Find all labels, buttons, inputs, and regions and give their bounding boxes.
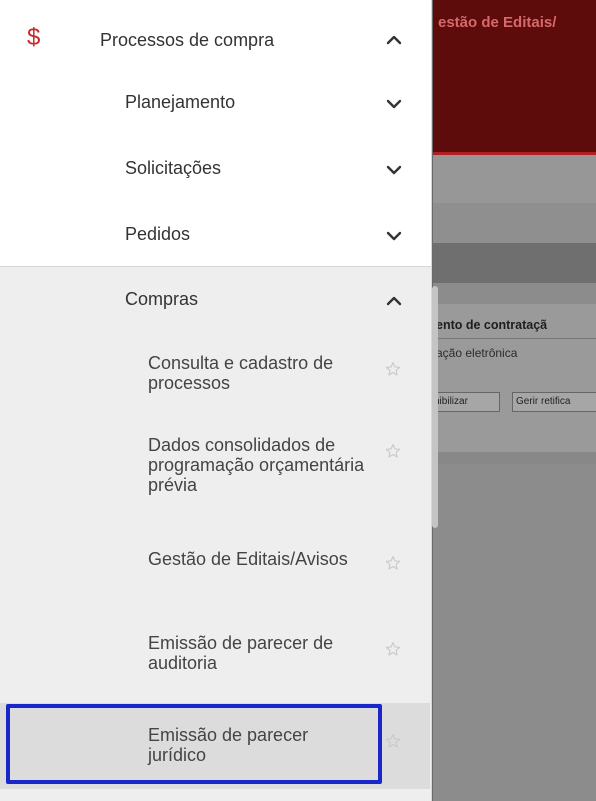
panel-title: ento de contrataçã <box>436 318 548 332</box>
dollar-icon: $ <box>27 24 41 51</box>
chevron-down-icon <box>384 160 404 180</box>
toolbar-band <box>432 155 596 203</box>
section-band <box>432 243 596 283</box>
star-icon[interactable] <box>385 443 401 459</box>
menu-item-pedidos[interactable]: Pedidos <box>0 202 430 268</box>
menu-section-processos-de-compra[interactable]: $ Processos de compra <box>0 0 430 80</box>
menu-leaf-label: Dados consolidados de programação orçame… <box>148 435 365 495</box>
menu-leaf-label: Gestão de Editais/Avisos <box>148 549 348 569</box>
star-icon[interactable] <box>385 733 401 749</box>
menu-item-compras[interactable]: Compras <box>0 267 430 333</box>
background-app: estão de Editais/ ento de contrataçã açã… <box>432 0 596 801</box>
menu-top-section: $ Processos de compra Planejamento Solic… <box>0 0 431 268</box>
menu-item-solicitacoes[interactable]: Solicitações <box>0 136 430 202</box>
chevron-up-icon <box>384 291 404 311</box>
star-icon[interactable] <box>385 361 401 377</box>
panel-divider <box>432 338 596 339</box>
star-icon[interactable] <box>385 555 401 571</box>
menu-item-label: Solicitações <box>125 158 222 178</box>
chevron-down-icon <box>384 226 404 246</box>
panel-text: ação eletrônica <box>436 346 518 360</box>
menu-leaf-label: Emissão de parecer de auditoria <box>148 633 334 673</box>
menu-leaf-gestao-de-editais[interactable]: Gestão de Editais/Avisos <box>0 527 430 611</box>
gerir-retificacao-button: Gerir retifica <box>512 392 596 412</box>
toolbar-band <box>432 203 596 243</box>
menu-leaf-parecer-auditoria[interactable]: Emissão de parecer de auditoria <box>0 611 430 693</box>
app-header-title: estão de Editais/ <box>438 14 557 31</box>
app-header: estão de Editais/ <box>432 0 596 152</box>
star-icon[interactable] <box>385 641 401 657</box>
menu-compras-section: Compras Consulta e cadastro de processos… <box>0 266 431 801</box>
sidebar-menu: $ Processos de compra Planejamento Solic… <box>0 0 432 801</box>
menu-leaf-parecer-juridico[interactable]: Emissão de parecer jurídico <box>0 703 430 789</box>
menu-section-label: Processos de compra <box>100 30 275 50</box>
menu-leaf-dados-consolidados[interactable]: Dados consolidados de programação orçame… <box>0 419 430 527</box>
menu-item-planejamento[interactable]: Planejamento <box>0 70 430 136</box>
menu-leaf-consulta-e-cadastro[interactable]: Consulta e cadastro de processos <box>0 337 430 419</box>
content-panel: ento de contrataçã ação eletrônica nibil… <box>432 304 596 464</box>
menu-item-label: Planejamento <box>125 92 236 112</box>
menu-leaf-label: Consulta e cadastro de processos <box>148 353 334 393</box>
menu-leaf-label: Emissão de parecer jurídico <box>148 725 309 765</box>
chevron-up-icon <box>384 30 404 50</box>
chevron-down-icon <box>384 94 404 114</box>
panel-footer <box>432 452 596 464</box>
disponibilizar-button: nibilizar <box>432 392 500 412</box>
menu-item-label: Pedidos <box>125 224 191 244</box>
menu-item-label: Compras <box>125 289 199 309</box>
menu-scrollbar[interactable] <box>432 286 438 528</box>
